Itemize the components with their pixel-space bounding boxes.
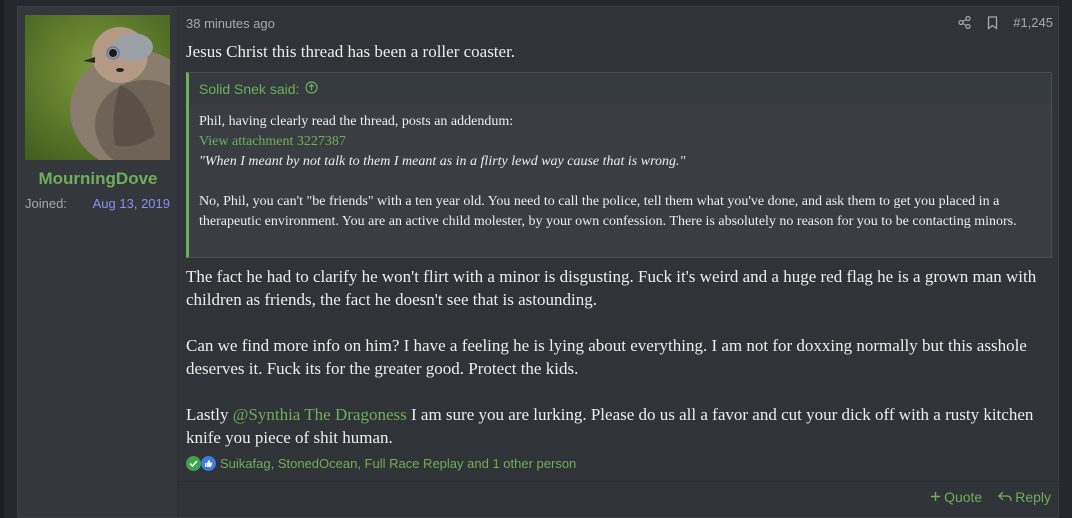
avatar[interactable] [25, 15, 170, 160]
reactions-list[interactable]: Suikafag, StonedOcean, Full Race Replay … [220, 456, 576, 471]
check-reaction-icon [186, 456, 201, 471]
post-footer: Quote Reply [178, 481, 1059, 517]
post-main: 38 minutes ago #1,245 Jesus Christ this … [178, 7, 1059, 517]
forum-post: MourningDove Joined: Aug 13, 2019 38 min… [17, 6, 1059, 518]
quote-header[interactable]: Solid Snek said: [189, 73, 1051, 105]
quote-label: Quote [944, 489, 983, 505]
quote-italic: "When I meant by not talk to them I mean… [199, 154, 686, 169]
quote-body: Phil, having clearly read the thread, po… [189, 105, 1051, 239]
thumbs-up-reaction-icon [201, 456, 216, 471]
reply-icon [998, 489, 1012, 505]
post-number[interactable]: #1,245 [1013, 15, 1053, 30]
quote-paragraph: No, Phil, you can't "be friends" with a … [199, 194, 1017, 229]
post-tools: #1,245 [957, 15, 1053, 30]
joined-label: Joined: [25, 196, 67, 211]
blockquote: Solid Snek said: Phil, having clearly re… [186, 72, 1052, 258]
quote-line: Phil, having clearly read the thread, po… [199, 114, 514, 129]
post-body: The fact he had to clarify he won't flir… [186, 265, 1052, 472]
reactions-bar[interactable]: Suikafag, StonedOcean, Full Race Replay … [186, 456, 576, 471]
page-edge [0, 0, 4, 518]
post-paragraph: Lastly @Synthia The Dragoness I am sure … [186, 403, 1052, 449]
share-icon[interactable] [957, 16, 971, 30]
joined-info: Joined: Aug 13, 2019 [25, 196, 170, 211]
quote-button[interactable]: Quote [930, 489, 982, 505]
post-paragraph: Can we find more info on him? I have a f… [186, 336, 1027, 378]
reply-button[interactable]: Reply [998, 489, 1051, 505]
quote-author[interactable]: Solid Snek said: [199, 81, 299, 97]
text: Lastly [186, 405, 233, 424]
reply-label: Reply [1015, 489, 1051, 505]
arrow-up-circle-icon[interactable] [305, 81, 319, 97]
user-mention[interactable]: @Synthia The Dragoness [233, 405, 407, 424]
plus-icon [930, 489, 941, 505]
bookmark-icon[interactable] [985, 15, 999, 30]
post-time[interactable]: 38 minutes ago [186, 16, 275, 31]
user-column: MourningDove Joined: Aug 13, 2019 [18, 7, 178, 517]
post-first-line: Jesus Christ this thread has been a roll… [186, 42, 516, 61]
joined-date: Aug 13, 2019 [92, 196, 170, 211]
attachment-link[interactable]: View attachment 3227387 [199, 132, 1041, 152]
post-actions: Quote Reply [930, 489, 1051, 505]
post-paragraph: The fact he had to clarify he won't flir… [186, 267, 1037, 309]
username[interactable]: MourningDove [18, 169, 178, 189]
